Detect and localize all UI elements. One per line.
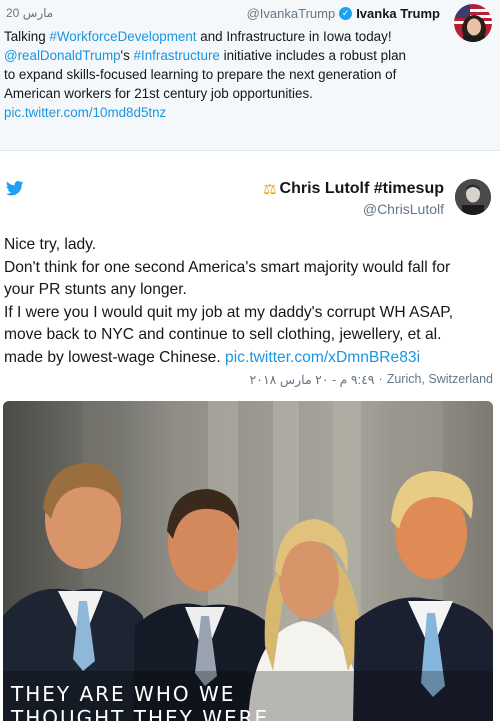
mention-link[interactable]: @realDonaldTrump — [4, 48, 121, 63]
quoted-tweet-line: American workers for 21st century job op… — [4, 86, 313, 101]
photo-caption: THEY ARE WHO WE THOUGHT THEY WERE — [11, 682, 269, 721]
quoted-tweet-line: @realDonaldTrump's #Infrastructure initi… — [4, 48, 406, 63]
tweet-line: Don't think for one second America's sma… — [4, 258, 451, 276]
verified-check-icon: ✓ — [339, 7, 353, 20]
quoted-tweet-avatar[interactable] — [454, 4, 492, 42]
hashtag-link[interactable]: #WorkforceDevelopment — [49, 29, 196, 44]
quoted-tweet-text: Talking #WorkforceDevelopment and Infras… — [4, 27, 424, 122]
tweet-location[interactable]: Zurich, Switzerland — [387, 372, 493, 387]
quoted-tweet-date: 20 مارس — [6, 6, 54, 20]
tweet-timestamp[interactable]: ٩:٤٩ م - ٢٠ مارس ٢٠١٨ — [250, 372, 375, 387]
quoted-tweet-name[interactable]: Ivanka Trump — [356, 6, 440, 21]
tweet-meta: ٩:٤٩ م - ٢٠ مارس ٢٠١٨ · Zurich, Switzerl… — [250, 372, 493, 387]
photo-caption-line: THOUGHT THEY WERE — [11, 706, 270, 721]
balance-scale-icon: ⚖ — [263, 181, 277, 198]
quoted-tweet-line: to expand skills-focused learning to pre… — [4, 67, 397, 82]
photo-caption-line: THEY ARE WHO WE — [11, 682, 236, 706]
tweet-line: If I were you I would quit my job at my … — [4, 303, 454, 321]
meta-separator: · — [378, 372, 383, 386]
quoted-tweet-pic-link[interactable]: pic.twitter.com/10md8d5tnz — [4, 103, 424, 122]
tweet-line: Nice try, lady. — [4, 236, 97, 253]
quoted-tweet-user[interactable]: @IvankaTrump ✓ Ivanka Trump — [247, 6, 440, 21]
tweet-line: made by lowest-wage Chinese. pic.twitter… — [4, 348, 421, 366]
twitter-bird-icon — [6, 181, 24, 196]
quoted-tweet[interactable]: 20 مارس @IvankaTrump ✓ Ivanka Trump Talk… — [0, 0, 500, 151]
tweet-pic-link[interactable]: pic.twitter.com/xDmnBRe83i — [225, 349, 420, 366]
tweet-text: Nice try, lady. Don't think for one seco… — [4, 234, 494, 369]
photo-illustration — [3, 401, 493, 721]
tweet-author[interactable]: ⚖ Chris Lutolf #timesup @ChrisLutolf — [263, 180, 444, 217]
tweet-photo[interactable]: THEY ARE WHO WE THOUGHT THEY WERE — [3, 401, 493, 721]
hashtag-link[interactable]: #Infrastructure — [134, 48, 220, 63]
tweet-author-handle[interactable]: @ChrisLutolf — [263, 201, 444, 217]
tweet-author-avatar[interactable] — [455, 179, 491, 215]
quoted-tweet-line: Talking #WorkforceDevelopment and Infras… — [4, 29, 392, 44]
tweet-line: your PR stunts any longer. — [4, 281, 187, 298]
quoted-tweet-handle[interactable]: @IvankaTrump — [247, 6, 336, 21]
tweet-author-name[interactable]: Chris Lutolf #timesup — [280, 180, 444, 198]
tweet-line: move back to NYC and continue to sell cl… — [4, 326, 442, 343]
